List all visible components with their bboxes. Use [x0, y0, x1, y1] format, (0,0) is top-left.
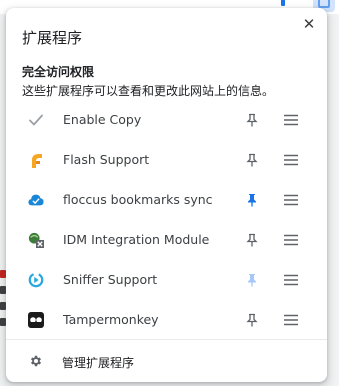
popup-title: 扩展程序 — [22, 29, 83, 47]
idm-icon — [28, 232, 44, 248]
pin-icon — [246, 153, 258, 167]
pinned-icon — [248, 274, 256, 287]
menu-icon — [284, 154, 298, 166]
pin-button[interactable] — [242, 190, 262, 210]
pin-button[interactable] — [242, 230, 262, 250]
pin-icon — [246, 113, 258, 127]
extension-list: Enable Copy Flash Support floccus bookma… — [6, 100, 327, 340]
pin-icon — [246, 233, 258, 247]
extension-row-sniffer[interactable]: Sniffer Support — [6, 260, 327, 300]
more-actions-button[interactable] — [280, 230, 302, 250]
manage-extensions-button[interactable]: 管理扩展程序 — [6, 340, 327, 382]
extension-name: Tampermonkey — [63, 312, 159, 327]
extension-name: Flash Support — [63, 152, 150, 167]
toolbar-indicator — [281, 0, 285, 6]
menu-icon — [284, 314, 298, 326]
extension-row-flash-support[interactable]: Flash Support — [6, 140, 327, 180]
close-icon: ✕ — [302, 15, 316, 33]
cloud-check-icon — [28, 192, 44, 208]
flash-icon — [28, 152, 44, 168]
more-actions-button[interactable] — [280, 270, 302, 290]
pin-button[interactable] — [242, 150, 262, 170]
extension-name: IDM Integration Module — [63, 232, 210, 247]
extension-name: Sniffer Support — [63, 272, 158, 287]
pin-button[interactable] — [242, 110, 262, 130]
menu-icon — [284, 194, 298, 206]
gear-icon — [29, 353, 45, 369]
extensions-popup: ✕ 扩展程序 完全访问权限 这些扩展程序可以查看和更改此网站上的信息。 Enab… — [6, 8, 327, 382]
checkmark-icon — [28, 112, 44, 128]
menu-icon — [284, 234, 298, 246]
extension-row-enable-copy[interactable]: Enable Copy — [6, 100, 327, 140]
more-actions-button[interactable] — [280, 190, 302, 210]
extension-name: floccus bookmarks sync — [63, 192, 213, 207]
pinned-icon — [248, 194, 256, 207]
pin-icon — [246, 313, 258, 327]
full-access-description: 这些扩展程序可以查看和更改此网站上的信息。 — [22, 84, 275, 98]
extension-row-floccus[interactable]: floccus bookmarks sync — [6, 180, 327, 220]
more-actions-button[interactable] — [280, 310, 302, 330]
extension-row-idm[interactable]: IDM Integration Module — [6, 220, 327, 260]
extension-row-tampermonkey[interactable]: Tampermonkey — [6, 300, 327, 340]
tampermonkey-icon — [28, 312, 44, 328]
menu-icon — [284, 114, 298, 126]
manage-extensions-label: 管理扩展程序 — [62, 356, 135, 370]
more-actions-button[interactable] — [280, 110, 302, 130]
pin-button[interactable] — [242, 310, 262, 330]
close-button[interactable]: ✕ — [299, 14, 319, 34]
full-access-heading: 完全访问权限 — [22, 65, 95, 79]
sniffer-icon — [28, 272, 44, 288]
more-actions-button[interactable] — [280, 150, 302, 170]
menu-icon — [284, 274, 298, 286]
pin-button[interactable] — [242, 270, 262, 290]
extension-name: Enable Copy — [63, 112, 142, 127]
